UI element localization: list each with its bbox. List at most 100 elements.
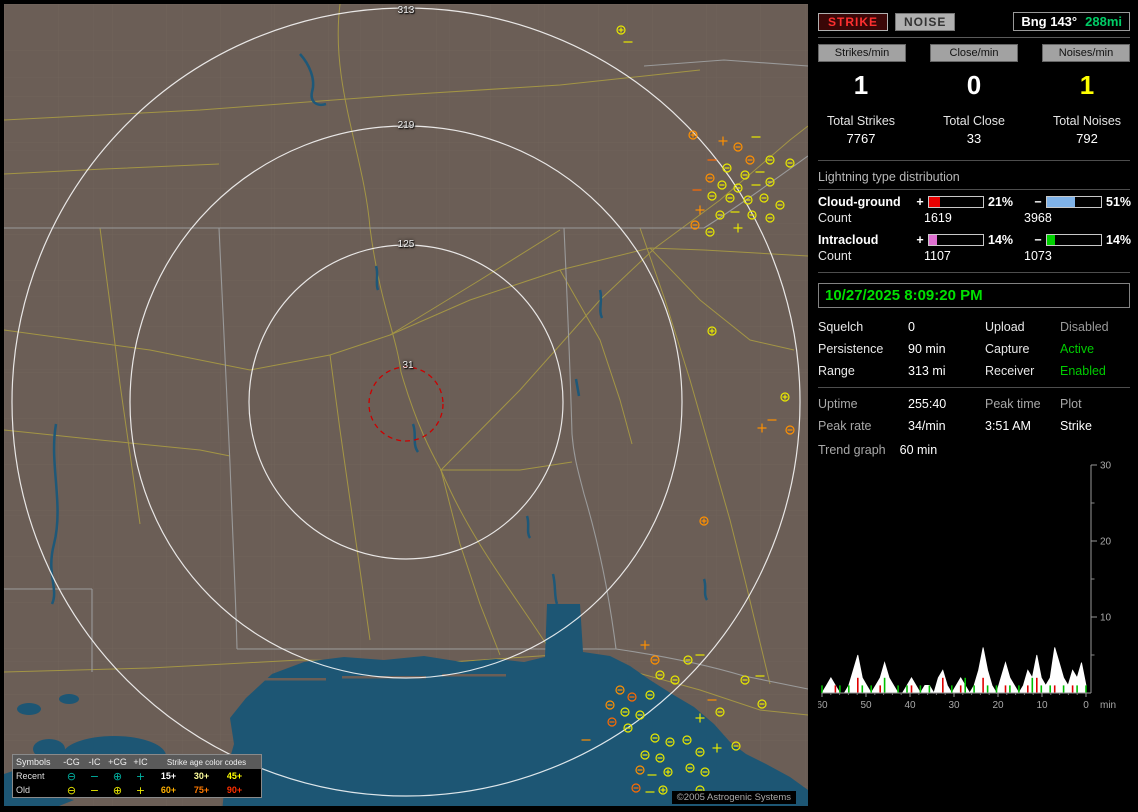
uptime-value: 255:40 xyxy=(908,397,947,411)
mode-row: STRIKE NOISE Bng 143° 288mi xyxy=(818,12,1130,31)
strikes-per-min-button[interactable]: Strikes/min xyxy=(818,44,906,62)
minus-sign: − xyxy=(1034,233,1042,247)
svg-text:30: 30 xyxy=(1100,461,1112,472)
persistence-value: 90 min xyxy=(908,342,946,356)
legend-col-symbols: Symbols xyxy=(16,757,51,767)
cg-minus-pct: 51% xyxy=(1106,195,1132,209)
noise-mode-button[interactable]: NOISE xyxy=(895,12,956,31)
status-grid: Uptime 255:40 Peak time Plot Peak rate 3… xyxy=(818,397,1130,433)
strikes-per-min-value: 1 xyxy=(853,70,869,100)
trend-graph-label: Trend graph xyxy=(818,443,886,457)
trend-window-value: 60 min xyxy=(899,443,938,457)
squelch-label: Squelch xyxy=(818,320,864,334)
legend-row-old: Old ⊖ − ⊕ + 60+ 75+ 90+ xyxy=(13,783,261,797)
svg-text:20: 20 xyxy=(992,700,1004,711)
app-window: 313 219 125 31 Symbols -CG -IC +CG +IC S… xyxy=(0,0,1138,812)
capture-label: Capture xyxy=(985,342,1030,356)
datetime-display: 10/27/2025 8:09:20 PM xyxy=(818,283,1130,308)
capture-status: Active xyxy=(1060,342,1095,356)
bearing-distance: 288mi xyxy=(1085,14,1122,29)
copyright-text: ©2005 Astrogenic Systems xyxy=(671,791,796,804)
ic-plus-count: 1107 xyxy=(924,249,951,263)
ic-plus-bar xyxy=(928,234,984,246)
range-value: 313 mi xyxy=(908,364,946,378)
svg-text:30: 30 xyxy=(948,700,960,711)
age-code: 15+ xyxy=(160,771,177,781)
distribution-title: Lightning type distribution xyxy=(818,170,960,184)
range-label: Range xyxy=(818,364,855,378)
peak-time-label: Peak time xyxy=(985,397,1041,411)
ic-minus-count: 1073 xyxy=(1024,249,1052,263)
totals-values-row: 7767 33 792 xyxy=(818,128,1130,146)
bearing-value: Bng 143° xyxy=(1021,14,1078,29)
persistence-label: Persistence xyxy=(818,342,884,356)
intracloud-counts: Count 1107 1073 xyxy=(818,249,1130,263)
legend-recent-label: Recent xyxy=(16,771,45,781)
minus-sign: − xyxy=(1034,195,1042,209)
map-legend: Symbols -CG -IC +CG +IC Strike age color… xyxy=(12,754,262,798)
legend-col-pcg: +CG xyxy=(108,757,127,767)
rate-buttons-row: Strikes/min Close/min Noises/min xyxy=(818,44,1130,62)
age-code: 90+ xyxy=(226,785,243,795)
legend-col-pic: +IC xyxy=(133,757,148,767)
legend-col-ncg: -CG xyxy=(63,757,80,767)
svg-text:50: 50 xyxy=(860,700,872,711)
peak-rate-value: 34/min xyxy=(908,419,946,433)
cloud-ground-counts: Count 1619 3968 xyxy=(818,211,1130,225)
bearing-box: Bng 143° 288mi xyxy=(1013,12,1130,31)
close-per-min-value: 0 xyxy=(966,70,982,100)
settings-grid: Squelch 0 Upload Disabled Persistence 90… xyxy=(818,320,1130,378)
cg-minus-bar xyxy=(1046,196,1102,208)
svg-text:10: 10 xyxy=(1036,700,1048,711)
legend-col-nic: -IC xyxy=(88,757,101,767)
cg-plus-bar xyxy=(928,196,984,208)
circle-plus-icon: ⊕ xyxy=(112,769,123,783)
minus-icon: − xyxy=(89,783,100,797)
age-code: 30+ xyxy=(193,771,210,781)
total-close-value: 33 xyxy=(966,131,982,146)
range-label-125: 125 xyxy=(397,239,415,250)
svg-text:40: 40 xyxy=(904,700,916,711)
circle-minus-icon: ⊖ xyxy=(66,769,77,783)
plot-label: Plot xyxy=(1060,397,1082,411)
uptime-label: Uptime xyxy=(818,397,858,411)
age-code: 75+ xyxy=(193,785,210,795)
range-label-31: 31 xyxy=(402,360,414,371)
plus-icon: + xyxy=(135,783,146,797)
range-label-219: 219 xyxy=(397,120,415,131)
peak-time-value: 3:51 AM xyxy=(985,419,1031,433)
ic-plus-pct: 14% xyxy=(988,233,1014,247)
plus-icon: + xyxy=(135,769,146,783)
plus-sign: + xyxy=(916,195,924,209)
upload-label: Upload xyxy=(985,320,1025,334)
trend-graph: 10 20 30 60 50 40 30 20 10 0 min xyxy=(818,461,1116,711)
cg-plus-pct: 21% xyxy=(988,195,1014,209)
circle-minus-icon: ⊖ xyxy=(66,783,77,797)
range-label-313: 313 xyxy=(397,5,415,16)
strike-mode-button[interactable]: STRIKE xyxy=(818,12,889,31)
total-noises-label: Total Noises xyxy=(1052,114,1122,128)
count-label: Count xyxy=(818,211,852,225)
age-code: 60+ xyxy=(160,785,177,795)
peak-rate-label: Peak rate xyxy=(818,419,872,433)
cloud-ground-row: Cloud-ground + 21% − 51% xyxy=(818,195,1131,209)
plus-sign: + xyxy=(916,233,924,247)
close-per-min-button[interactable]: Close/min xyxy=(930,44,1018,62)
age-code: 45+ xyxy=(226,771,243,781)
lightning-map[interactable]: 313 219 125 31 Symbols -CG -IC +CG +IC S… xyxy=(4,4,808,806)
status-panel: STRIKE NOISE Bng 143° 288mi Strikes/min … xyxy=(812,0,1138,812)
trend-header: Trend graph 60 min xyxy=(818,443,1130,457)
squelch-value: 0 xyxy=(908,320,915,334)
noises-per-min-button[interactable]: Noises/min xyxy=(1042,44,1130,62)
upload-status: Disabled xyxy=(1060,320,1109,334)
rate-values-row: 1 0 1 xyxy=(818,72,1130,98)
svg-text:0: 0 xyxy=(1083,700,1089,711)
cloud-ground-label: Cloud-ground xyxy=(818,195,901,209)
total-noises-value: 792 xyxy=(1076,131,1098,146)
svg-text:10: 10 xyxy=(1100,613,1112,624)
legend-age-title: Strike age color codes xyxy=(166,757,247,767)
receiver-status: Enabled xyxy=(1060,364,1106,378)
legend-row-recent: Recent ⊖ − ⊕ + 15+ 30+ 45+ xyxy=(13,769,261,783)
circle-plus-icon: ⊕ xyxy=(112,783,123,797)
totals-labels-row: Total Strikes Total Close Total Noises xyxy=(818,114,1130,128)
